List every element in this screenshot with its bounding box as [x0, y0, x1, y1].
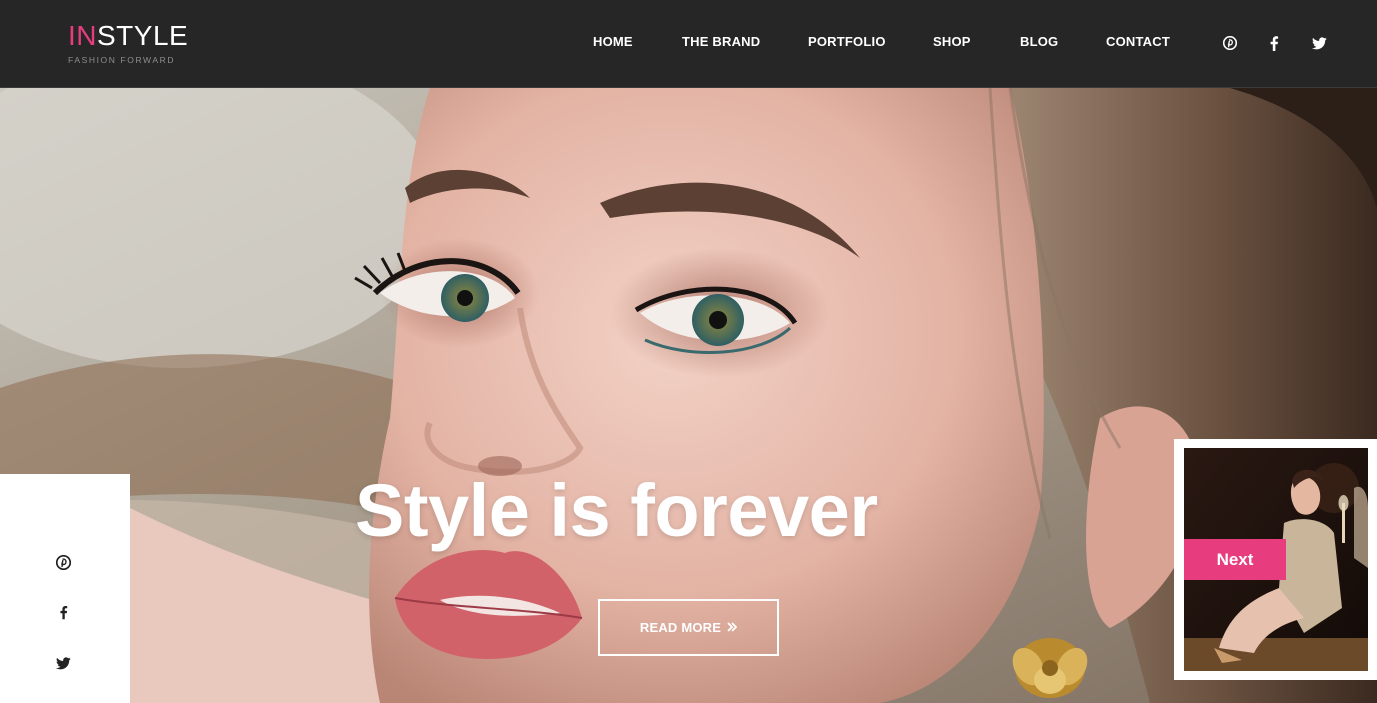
read-more-button[interactable]: READ MORE	[598, 599, 779, 656]
logo-title: INSTYLE	[68, 21, 198, 51]
logo-title-accent: IN	[68, 20, 97, 51]
logo-title-rest: STYLE	[97, 20, 189, 51]
nav-item-the-brand[interactable]: THE BRAND	[682, 34, 760, 49]
double-chevron-right-icon	[727, 620, 738, 635]
nav-item-blog[interactable]: BLOG	[1020, 34, 1058, 49]
side-facebook-icon[interactable]	[54, 603, 72, 621]
side-pinterest-icon[interactable]	[54, 553, 72, 571]
next-slide-card[interactable]: Next	[1174, 439, 1377, 680]
header-pinterest-icon[interactable]	[1221, 34, 1239, 52]
read-more-label: READ MORE	[639, 620, 722, 635]
site-header: INSTYLE FASHION FORWARD HOME THE BRAND P…	[0, 0, 1377, 88]
header-facebook-icon[interactable]	[1265, 34, 1283, 52]
header-twitter-icon[interactable]	[1310, 34, 1328, 52]
logo-tagline: FASHION FORWARD	[68, 55, 176, 65]
hero-slider: Style is forever READ MORE Next	[0, 88, 1377, 703]
side-social-panel	[0, 474, 130, 703]
hero-title: Style is forever	[355, 469, 878, 552]
nav-item-contact[interactable]: CONTACT	[1106, 34, 1170, 49]
next-slide-label: Next	[1184, 539, 1286, 580]
nav-item-portfolio[interactable]: PORTFOLIO	[808, 34, 886, 49]
nav-item-home[interactable]: HOME	[593, 34, 633, 49]
nav-item-shop[interactable]: SHOP	[933, 34, 971, 49]
site-logo[interactable]: INSTYLE FASHION FORWARD	[68, 21, 198, 66]
page: INSTYLE FASHION FORWARD HOME THE BRAND P…	[0, 0, 1377, 703]
side-twitter-icon[interactable]	[54, 654, 72, 672]
